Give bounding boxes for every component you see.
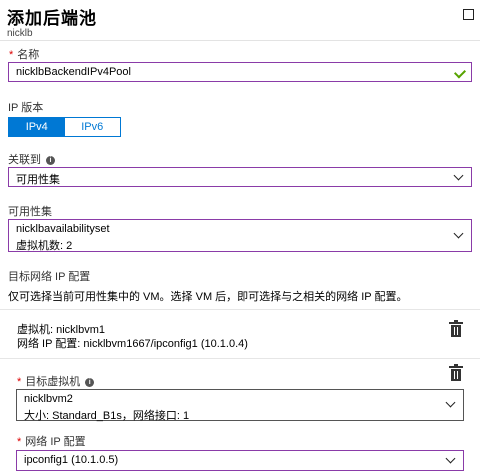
availability-set-select[interactable]: nicklbavailabilityset 虚拟机数: 2 — [8, 219, 472, 252]
section-divider — [0, 358, 480, 359]
ip-version-toggle: IPv4 IPv6 — [8, 117, 121, 137]
existing-vm-ip-config: 网络 IP 配置: nicklbvm1667/ipconfig1 (10.1.0… — [17, 338, 248, 350]
name-label: * 名称 — [9, 49, 40, 61]
header-divider — [0, 40, 480, 41]
panel-subtitle: nicklb — [7, 28, 33, 39]
associated-to-select[interactable]: 可用性集 — [8, 167, 472, 187]
chevron-down-icon — [453, 228, 464, 239]
ipv6-option[interactable]: IPv6 — [65, 118, 121, 136]
name-input[interactable]: nicklbBackendIPv4Pool — [8, 62, 472, 82]
delete-icon[interactable] — [449, 320, 463, 337]
target-vm-select[interactable]: nicklbvm2 大小: Standard_B1s，网络接口: 1 — [16, 389, 464, 422]
chevron-down-icon — [453, 170, 464, 181]
name-input-value: nicklbBackendIPv4Pool — [16, 66, 131, 78]
network-ip-config-select[interactable]: ipconfig1 (10.1.0.5) — [16, 450, 464, 471]
valid-check-icon — [453, 66, 467, 79]
target-vm-name: nicklbvm2 — [24, 393, 73, 405]
availability-set-name: nicklbavailabilityset — [16, 223, 110, 235]
maximize-icon[interactable] — [463, 9, 474, 20]
target-ip-config-heading: 目标网络 IP 配置 — [8, 271, 91, 283]
required-asterisk: * — [9, 49, 14, 61]
panel-title: 添加后端池 — [7, 9, 97, 28]
network-ip-config-value: ipconfig1 (10.1.0.5) — [24, 454, 119, 466]
section-divider — [0, 309, 480, 310]
ip-version-label: IP 版本 — [8, 102, 44, 114]
ipv4-option[interactable]: IPv4 — [9, 118, 65, 136]
target-vm-detail: 大小: Standard_B1s，网络接口: 1 — [24, 410, 190, 422]
associated-to-label: 关联到 i — [8, 151, 55, 167]
target-ip-config-description: 仅可选择当前可用性集中的 VM。选择 VM 后，即可选择与之相关的网络 IP 配… — [8, 291, 408, 303]
required-asterisk: * — [17, 376, 22, 388]
availability-set-vm-count: 虚拟机数: 2 — [16, 240, 73, 252]
info-icon[interactable]: i — [85, 378, 95, 387]
delete-icon[interactable] — [449, 364, 463, 381]
info-icon[interactable]: i — [46, 156, 55, 165]
chevron-down-icon — [445, 453, 456, 464]
required-asterisk: * — [17, 436, 22, 448]
target-vm-label: * 目标虚拟机 i — [17, 373, 95, 389]
associated-to-value: 可用性集 — [16, 174, 60, 186]
network-ip-config-label: * 网络 IP 配置 — [17, 436, 86, 448]
chevron-down-icon — [445, 397, 456, 408]
availability-set-label: 可用性集 — [8, 206, 52, 218]
